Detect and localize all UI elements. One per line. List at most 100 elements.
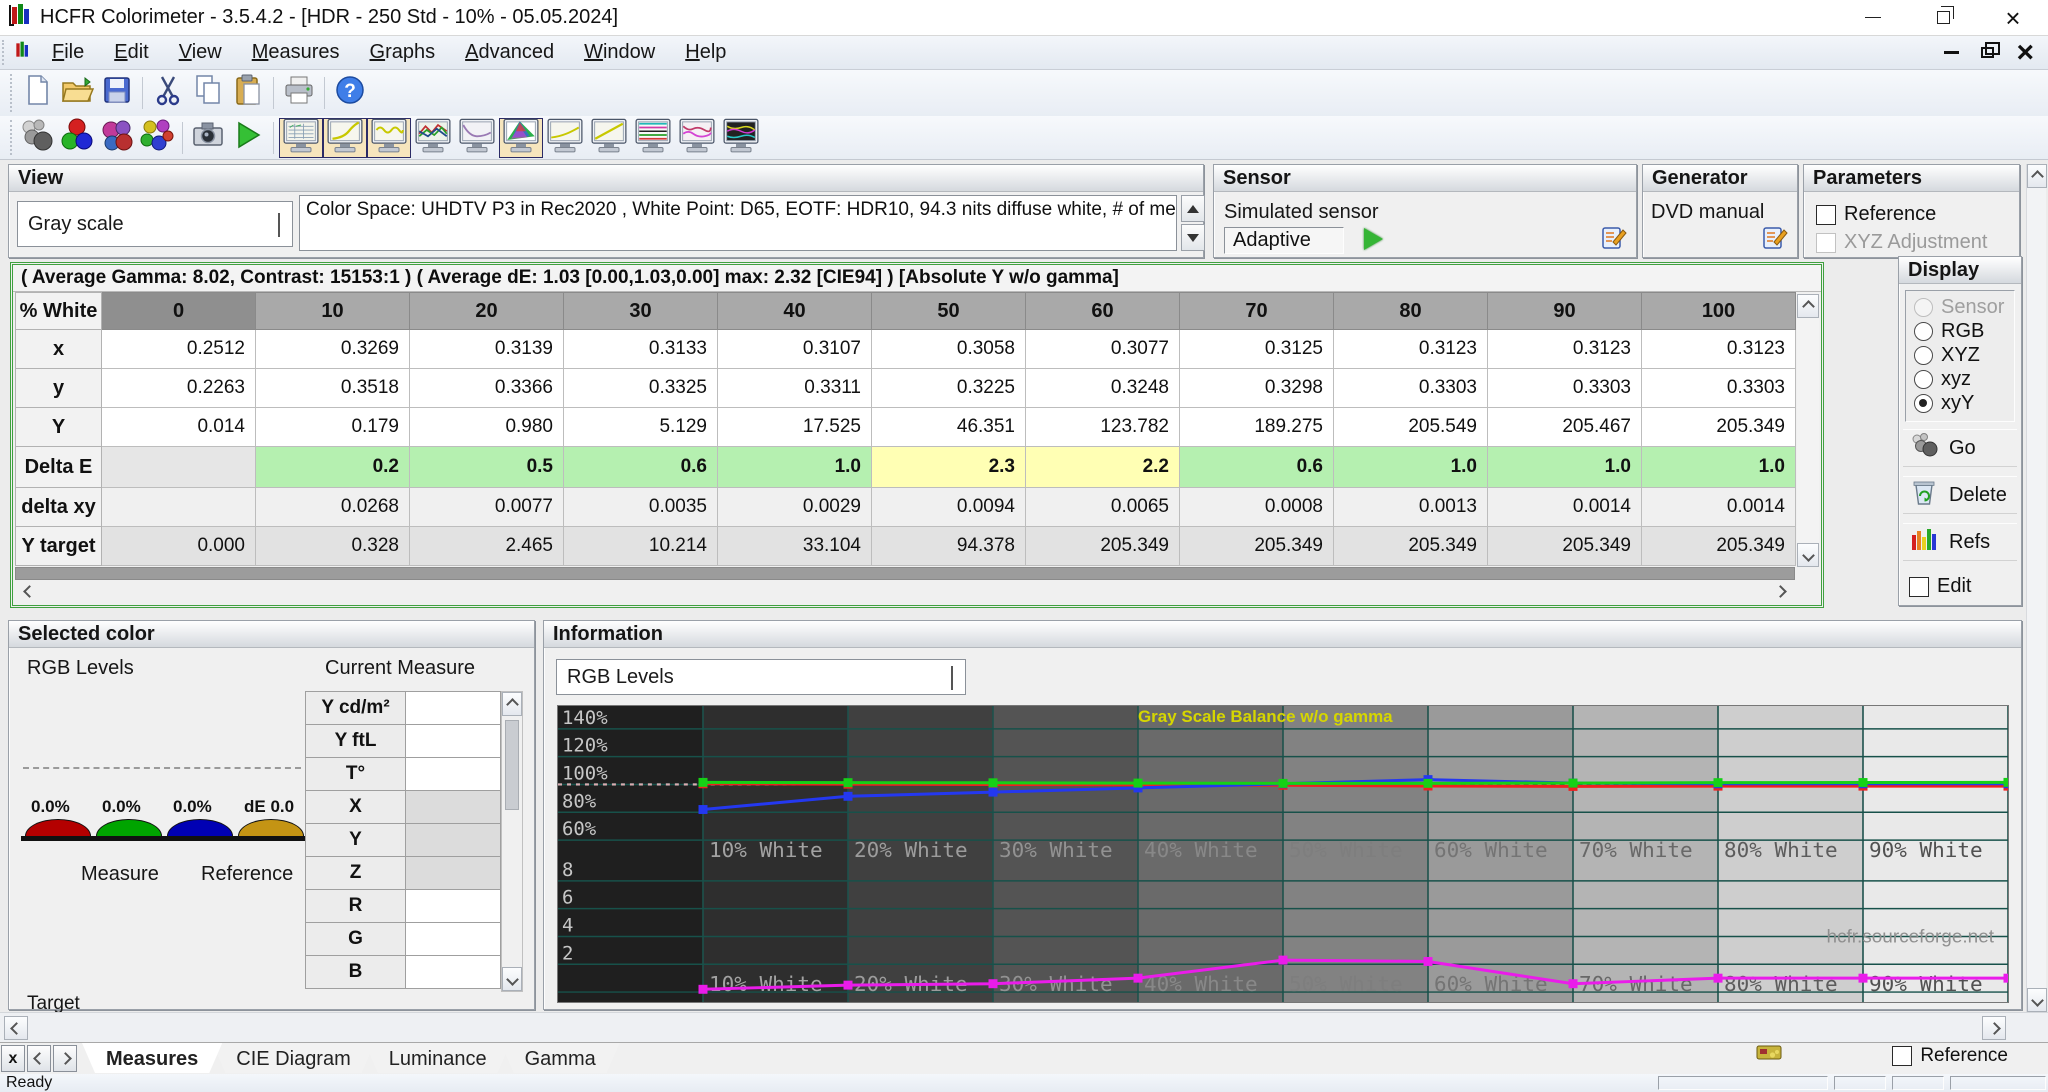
save-file-button[interactable] [97, 74, 137, 112]
value-cell[interactable]: 0.3303 [1334, 369, 1488, 408]
main-vertical-scrollbar[interactable] [2026, 164, 2046, 1012]
value-cell[interactable]: 2.3 [872, 447, 1026, 488]
value-cell[interactable]: 1.0 [1488, 447, 1642, 488]
menu-file[interactable]: File [37, 41, 99, 64]
value-cell[interactable]: 0.3269 [256, 330, 410, 369]
value-cell[interactable]: 123.782 [1026, 408, 1180, 447]
main-scroll-down-button[interactable] [2027, 988, 2047, 1012]
value-cell[interactable]: 0.0077 [410, 488, 564, 527]
generator-configure-button[interactable] [1759, 221, 1791, 259]
paste-button[interactable] [228, 74, 268, 112]
menu-help[interactable]: Help [670, 41, 741, 64]
menu-view[interactable]: View [164, 41, 237, 64]
measure-row-value[interactable] [406, 725, 501, 758]
value-cell[interactable] [102, 488, 256, 527]
tab-close-button[interactable]: x [1, 1045, 25, 1072]
tab-scroll-left-button[interactable] [27, 1045, 51, 1072]
sensor-mode-box[interactable]: Adaptive [1224, 227, 1344, 254]
measure-table-scrollbar[interactable] [501, 691, 523, 992]
edit-checkbox[interactable] [1909, 577, 1929, 597]
chevron-left-icon[interactable] [23, 585, 36, 598]
display-option-rgb[interactable]: RGB [1914, 319, 2014, 343]
open-file-button[interactable] [57, 74, 97, 112]
tab-luminance[interactable]: Luminance [365, 1043, 511, 1073]
view-color-stripes-button[interactable] [631, 118, 675, 158]
main-horizontal-scrollbar[interactable] [0, 1012, 2048, 1042]
value-cell[interactable]: 0.0094 [872, 488, 1026, 527]
value-cell[interactable]: 33.104 [718, 527, 872, 566]
value-cell[interactable]: 0.0013 [1334, 488, 1488, 527]
display-option-xyz[interactable]: xyz [1914, 367, 2014, 391]
value-cell[interactable]: 0.3107 [718, 330, 872, 369]
menu-window[interactable]: Window [569, 41, 670, 64]
value-cell[interactable]: 0.6 [564, 447, 718, 488]
measure-row-value[interactable] [406, 692, 501, 725]
profile-colors-button[interactable] [137, 119, 177, 157]
tab-gamma[interactable]: Gamma [501, 1043, 620, 1073]
view-cie-diagram-button[interactable] [499, 118, 543, 158]
column-header-20[interactable]: 20 [410, 293, 564, 330]
value-cell[interactable]: 0.3311 [718, 369, 872, 408]
value-cell[interactable]: 0.0029 [718, 488, 872, 527]
value-cell[interactable]: 0.000 [102, 527, 256, 566]
column-header-80[interactable]: 80 [1334, 293, 1488, 330]
view-gamma-curve-button[interactable] [323, 118, 367, 158]
view-dark-multichart-button[interactable] [719, 118, 763, 158]
measure-scroll-down-button[interactable] [502, 967, 522, 991]
value-cell[interactable]: 0.0008 [1180, 488, 1334, 527]
value-cell[interactable]: 0.0035 [564, 488, 718, 527]
value-cell[interactable]: 0.3303 [1642, 369, 1796, 408]
value-cell[interactable]: 46.351 [872, 408, 1026, 447]
value-cell[interactable]: 0.328 [256, 527, 410, 566]
mdi-restore-button[interactable] [1981, 47, 1994, 58]
rgb-levels-chart[interactable]: 140%120%100%80%60%864210% White20% White… [557, 705, 2009, 1003]
value-cell[interactable]: 0.3125 [1180, 330, 1334, 369]
window-close-button[interactable]: × [1978, 0, 2048, 35]
column-header-50[interactable]: 50 [872, 293, 1026, 330]
column-header-70[interactable]: 70 [1180, 293, 1334, 330]
main-scroll-left-button[interactable] [4, 1016, 28, 1040]
value-cell[interactable]: 205.549 [1334, 408, 1488, 447]
value-cell[interactable]: 0.3139 [410, 330, 564, 369]
view-measures-grid-button[interactable] [279, 118, 323, 158]
value-cell[interactable]: 0.0065 [1026, 488, 1180, 527]
about-help-button[interactable]: ? [330, 74, 370, 112]
reference-checkbox[interactable] [1816, 205, 1836, 225]
value-cell[interactable]: 189.275 [1180, 408, 1334, 447]
view-line-chart-2-button[interactable] [587, 118, 631, 158]
value-cell[interactable]: 0.2512 [102, 330, 256, 369]
value-cell[interactable]: 0.3123 [1334, 330, 1488, 369]
value-cell[interactable]: 0.3325 [564, 369, 718, 408]
info-scroll-up-button[interactable] [1181, 195, 1205, 222]
sensor-start-button[interactable] [1364, 228, 1383, 250]
info-scroll-down-button[interactable] [1181, 224, 1205, 251]
value-cell[interactable]: 0.3123 [1642, 330, 1796, 369]
value-cell[interactable]: 205.349 [1026, 527, 1180, 566]
value-cell[interactable]: 0.6 [1180, 447, 1334, 488]
value-cell[interactable]: 0.0014 [1642, 488, 1796, 527]
view-rgb-histogram-button[interactable] [411, 118, 455, 158]
value-cell[interactable]: 205.467 [1488, 408, 1642, 447]
value-cell[interactable]: 0.5 [410, 447, 564, 488]
colorspace-info-box[interactable]: Color Space: UHDTV P3 in Rec2020 , White… [299, 195, 1177, 251]
mdi-close-button[interactable]: × [2016, 42, 2034, 64]
value-cell[interactable]: 0.2263 [102, 369, 256, 408]
value-cell[interactable]: 0.2 [256, 447, 410, 488]
new-file-button[interactable] [17, 74, 57, 112]
column-header-60[interactable]: 60 [1026, 293, 1180, 330]
tab-cie-diagram[interactable]: CIE Diagram [212, 1043, 374, 1073]
value-cell[interactable]: 205.349 [1334, 527, 1488, 566]
value-cell[interactable]: 0.3123 [1488, 330, 1642, 369]
view-magenta-waves-button[interactable] [675, 118, 719, 158]
sensor-configure-button[interactable] [1598, 221, 1630, 259]
generator-colors-button[interactable] [97, 119, 137, 157]
column-header-30[interactable]: 30 [564, 293, 718, 330]
bottom-reference-row[interactable]: Reference [1892, 1045, 2008, 1067]
value-cell[interactable]: 205.349 [1642, 408, 1796, 447]
scroll-thumb[interactable] [505, 720, 519, 810]
value-cell[interactable]: 0.3366 [410, 369, 564, 408]
value-cell[interactable]: 10.214 [564, 527, 718, 566]
snapshot-camera-button[interactable] [188, 119, 228, 157]
table-scroll-down-button[interactable] [1797, 543, 1819, 567]
value-cell[interactable]: 0.0268 [256, 488, 410, 527]
